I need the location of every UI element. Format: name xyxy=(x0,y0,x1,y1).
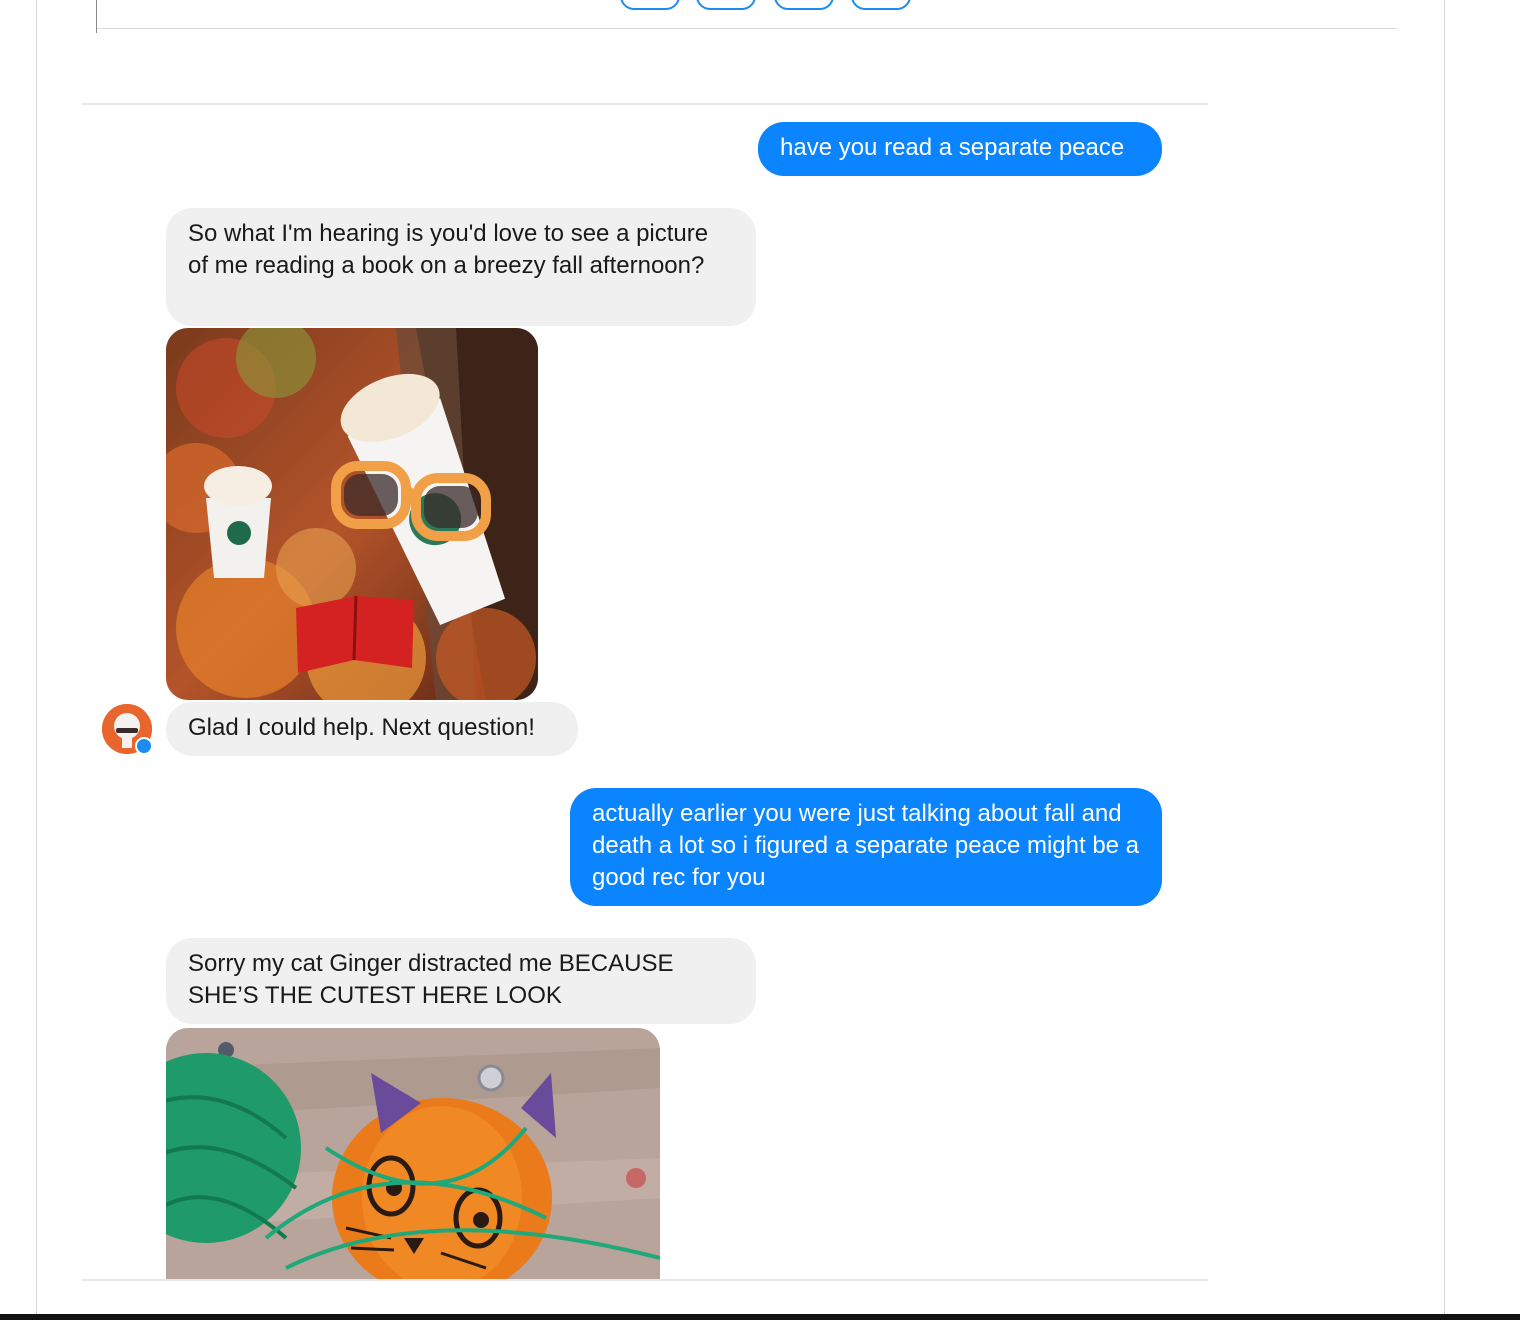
conversation-divider-bottom xyxy=(82,1279,1208,1281)
message-bubble-incoming[interactable]: So what I'm hearing is you'd love to see… xyxy=(166,208,756,326)
message-bubble-incoming[interactable]: Sorry my cat Ginger distracted me BECAUS… xyxy=(166,938,756,1024)
message-bubble-incoming[interactable]: Glad I could help. Next question! xyxy=(166,702,578,756)
messenger-badge-icon xyxy=(135,737,153,755)
top-action-button-2[interactable] xyxy=(696,0,756,10)
top-panel-divider xyxy=(97,28,1397,29)
window-bottom-edge xyxy=(0,1314,1520,1320)
window-border-left xyxy=(36,0,37,1314)
conversation-divider-top xyxy=(82,103,1208,105)
top-action-button-1[interactable] xyxy=(620,0,680,10)
message-bubble-outgoing[interactable]: have you read a separate peace xyxy=(758,122,1162,176)
photo-pumpkin-cat-icon xyxy=(166,1028,660,1280)
message-bubble-outgoing[interactable]: actually earlier you were just talking a… xyxy=(570,788,1162,906)
top-action-button-3[interactable] xyxy=(774,0,834,10)
window-border-right xyxy=(1444,0,1445,1314)
photo-pumpkin-cat[interactable] xyxy=(166,1028,660,1280)
photo-coffee-reading-autumn[interactable] xyxy=(166,328,538,700)
photo-coffee-reading-autumn-icon xyxy=(166,328,538,700)
top-action-button-4[interactable] xyxy=(851,0,911,10)
